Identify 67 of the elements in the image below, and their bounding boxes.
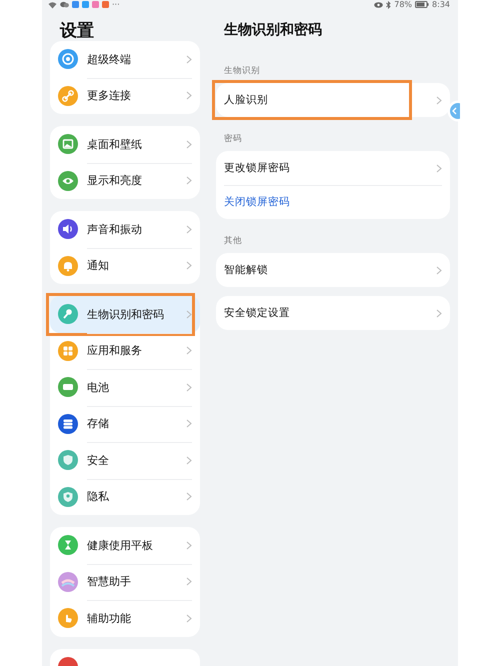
speaker-icon [58, 219, 78, 240]
battery-icon [415, 1, 430, 8]
settings-item[interactable]: 超级终端 [50, 41, 200, 78]
settings-item[interactable]: 声音和振动 [50, 211, 200, 248]
settings-item[interactable]: 应用和服务 [50, 332, 200, 369]
setting-row[interactable]: 智能解锁 [216, 253, 450, 287]
chevron-icon [436, 308, 442, 318]
eye-icon [58, 170, 78, 191]
settings-item[interactable]: 隐私 [50, 478, 200, 515]
chevron-icon [186, 456, 192, 465]
settings-item[interactable]: 健康使用平板 [50, 527, 200, 564]
chevron-icon [436, 96, 442, 104]
chevron-icon [436, 266, 442, 274]
chevron-icon [436, 164, 442, 172]
battery-percent: 78% [394, 0, 412, 9]
settings-item[interactable]: 显示和亮度 [50, 162, 200, 199]
eye-icon [374, 2, 384, 8]
settings-item[interactable]: 辅助功能 [50, 600, 200, 636]
battery-icon [58, 377, 78, 398]
chat-icon [60, 1, 69, 8]
bell-icon [58, 256, 78, 276]
bluetooth-icon [386, 0, 392, 8]
settings-item[interactable]: 通知 [50, 248, 200, 284]
floating-ball-icon[interactable] [447, 100, 460, 122]
chevron-icon [186, 91, 192, 100]
chevron-icon [186, 577, 192, 586]
setting-row[interactable]: 关闭锁屏密码 [216, 185, 450, 219]
chevron-icon [186, 382, 192, 392]
more-indicator: ··· [112, 0, 120, 9]
setting-row[interactable]: 安全锁定设置 [216, 296, 450, 330]
settings-item[interactable]: 智慧助手 [50, 564, 200, 600]
grid-icon [58, 340, 78, 361]
chevron-icon [186, 492, 192, 502]
chevron-icon [186, 540, 192, 550]
chevron-icon [186, 54, 192, 64]
hand-icon [58, 608, 78, 628]
chevron-icon [186, 419, 192, 428]
settings-item[interactable]: 更多连接 [50, 78, 200, 114]
hourglass-icon [58, 535, 78, 556]
key-icon [58, 304, 78, 324]
image-icon [58, 134, 78, 154]
chevron-icon [186, 224, 192, 234]
page-title: 生物识别和密码 [222, 20, 323, 40]
storage-icon [58, 414, 78, 434]
person-icon [58, 486, 78, 507]
settings-item[interactable]: 桌面和壁纸 [50, 126, 200, 162]
chevron-icon [186, 261, 192, 270]
section-heading: 密码 [223, 132, 243, 146]
chevron-icon [186, 176, 192, 186]
swirl-icon [58, 572, 78, 592]
settings-title: 设置 [58, 20, 95, 39]
chevron-icon [186, 140, 192, 149]
wifi-icon [48, 0, 57, 8]
target-icon [58, 49, 78, 70]
shield-icon [58, 450, 78, 470]
chevron-icon [186, 614, 192, 623]
clock-time: 8:34 [432, 0, 450, 9]
chevron-icon [186, 310, 192, 319]
link-icon [58, 86, 78, 106]
setting-row[interactable]: 人脸识别 [216, 83, 450, 117]
settings-item[interactable]: 存储 [50, 406, 200, 442]
setting-row[interactable]: 更改锁屏密码 [216, 151, 450, 185]
settings-item[interactable]: 安全 [50, 442, 200, 478]
section-heading: 生物识别 [223, 65, 261, 78]
settings-item[interactable]: 电池 [50, 369, 200, 406]
section-heading: 其他 [223, 235, 243, 248]
chevron-icon [186, 346, 192, 356]
